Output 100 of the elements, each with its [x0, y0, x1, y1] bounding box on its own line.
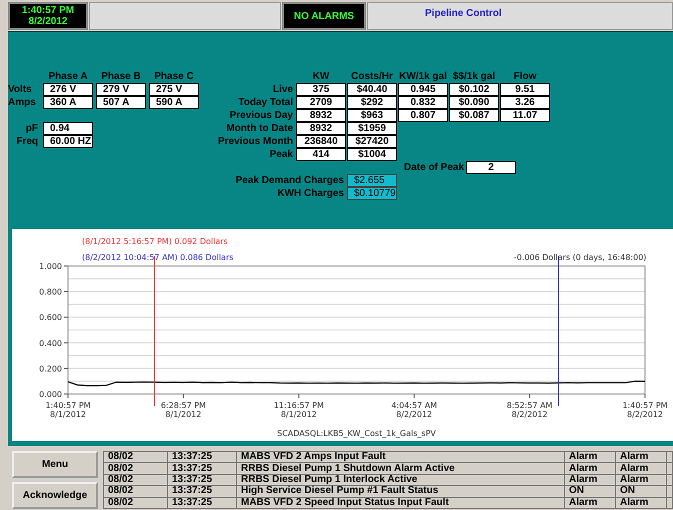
table-cell: Alarm	[564, 497, 616, 508]
value-field: $0.087	[449, 109, 499, 122]
table-cell: 13:37:25	[168, 486, 236, 498]
axis-label: 11:16:57 PM 8/1/2012	[274, 401, 324, 419]
table-cell: Alarm	[564, 452, 616, 463]
table-cell: 08/02	[104, 474, 168, 486]
row-label: Amps	[8, 96, 37, 109]
row-label: Live	[272, 83, 294, 96]
row-label: Freq	[15, 135, 39, 148]
value-field: 11.07	[500, 109, 550, 122]
column-header: KW	[312, 70, 330, 83]
value-field: 9.51	[500, 83, 550, 96]
alarm-status: NO ALARMS	[282, 2, 366, 30]
row-label: KWH Charges	[276, 187, 345, 200]
value-field: 0.94	[43, 122, 93, 135]
table-cell: MABS VFD 2 Amps Input Fault	[236, 452, 564, 463]
value-field: 3.26	[500, 96, 550, 109]
cursor-line[interactable]	[154, 256, 156, 406]
value-field: $963	[347, 109, 397, 122]
menu-button[interactable]: Menu	[12, 451, 98, 478]
value-field: 360 A	[43, 96, 93, 109]
row-label: Today Total	[237, 96, 294, 109]
table-cell: Alarm	[616, 497, 666, 508]
table-cell: 08/02	[104, 462, 168, 474]
acknowledge-button[interactable]: Acknowledge	[12, 482, 98, 509]
axis-label: 0.400	[39, 338, 62, 348]
table-cell: Alarm	[616, 452, 666, 463]
cursor-delta: -0.006 Dollars (0 days, 16:48:00)	[514, 253, 646, 262]
column-header: Phase C	[153, 70, 195, 83]
value-field: 507 A	[96, 96, 146, 109]
clock-display: 1:40:57 PM 8/2/2012	[8, 2, 88, 30]
value-field: 590 A	[149, 96, 199, 109]
table-cell: ON	[564, 486, 616, 498]
row-label: Volts	[8, 83, 33, 96]
value-field: 375	[296, 83, 346, 96]
table-cell: High Service Diesel Pump #1 Fault Status	[236, 486, 564, 498]
cursor-readout: (8/1/2012 5:16:57 PM) 0.092 Dollars	[82, 237, 228, 246]
table-cell: 08/02	[104, 497, 168, 508]
axis-label: 1:40:57 PM 8/2/2012	[622, 401, 668, 419]
table-cell: Alarm	[616, 474, 666, 486]
axis-label: 1.000	[39, 262, 62, 271]
value-field: $40.40	[347, 83, 397, 96]
table-cell: 08/02	[104, 486, 168, 498]
table-cell: 13:37:25	[168, 462, 236, 474]
alarm-row[interactable]: 08/02 13:37:25 MABS VFD 2 Speed Input Status Input Fault Alarm Alarm	[104, 497, 672, 508]
table-cell: RRBS Diesel Pump 1 Shutdown Alarm Active	[236, 462, 564, 474]
row-label: Previous Month	[216, 135, 294, 148]
axis-label: 0.600	[39, 313, 62, 322]
value-field: 8932	[296, 122, 346, 135]
value-field: $1959	[347, 122, 397, 135]
column-header: KW/1k gal	[398, 70, 448, 83]
alarm-row[interactable]: 08/02 13:37:25 RRBS Diesel Pump 1 Shutdown Alarm Active Alarm Alarm	[104, 462, 672, 474]
value-field: 0.945	[398, 83, 448, 96]
row-label: Peak	[268, 148, 294, 161]
value-field: 2709	[296, 96, 346, 109]
alarm-row[interactable]: 08/02 13:37:25 High Service Diesel Pump #1 Fault Status ON ON	[104, 486, 672, 498]
cursor-line[interactable]	[558, 256, 559, 406]
value-field: $27420	[347, 135, 397, 148]
column-header: Phase A	[47, 70, 89, 83]
value-field: $0.090	[449, 96, 499, 109]
cursor-readout: (8/2/2012 10:04:57 AM) 0.086 Dollars	[82, 253, 234, 262]
value-field: $0.10779	[347, 187, 397, 200]
table-cell: 13:37:25	[168, 474, 236, 486]
axis-label: 1:40:57 PM 8/1/2012	[45, 401, 91, 419]
value-field: 414	[296, 148, 346, 161]
table-cell: RRBS Diesel Pump 1 Interlock Active	[236, 474, 564, 486]
value-field: 8932	[296, 109, 346, 122]
axis-label: 0.800	[39, 288, 62, 297]
table-cell: MABS VFD 2 Speed Input Status Input Fault	[236, 497, 564, 508]
column-header: Phase B	[100, 70, 142, 83]
value-field: $2.655	[347, 174, 397, 187]
row-label: pF	[24, 122, 39, 135]
column-header: Costs/Hr	[350, 70, 394, 83]
column-header: Flow	[512, 70, 538, 83]
value-field: 279 V	[96, 83, 146, 96]
value-field: 236840	[296, 135, 346, 148]
value-field: 0.807	[398, 109, 448, 122]
value-field: 276 V	[43, 83, 93, 96]
row-label: Peak Demand Charges	[234, 174, 345, 187]
value-field: $1004	[347, 148, 397, 161]
axis-label: 4:04:57 AM 8/2/2012	[391, 401, 438, 419]
table-cell: 13:37:25	[168, 452, 236, 463]
value-field: 2	[466, 161, 516, 174]
value-field: $292	[347, 96, 397, 109]
value-field: $0.102	[449, 83, 499, 96]
alarm-row[interactable]: 08/02 13:37:25 RRBS Diesel Pump 1 Interlock Active Alarm Alarm	[104, 474, 672, 486]
table-cell: 08/02	[104, 452, 168, 463]
alarm-row[interactable]: 08/02 13:37:25 MABS VFD 2 Amps Input Fault Alarm Alarm	[104, 452, 672, 463]
axis-label: 6:28:57 PM 8/1/2012	[160, 401, 206, 419]
field-label: Date of Peak	[404, 161, 464, 174]
table-cell: Alarm	[616, 462, 666, 474]
axis-label: 0.000	[39, 390, 62, 399]
column-header: $$/1k gal	[452, 70, 496, 83]
axis-label: 8:52:57 AM 8/2/2012	[506, 401, 552, 419]
row-label: Previous Day	[228, 109, 294, 122]
axis-label: 0.200	[39, 364, 62, 374]
screen-title: Pipeline Control	[425, 8, 502, 19]
table-cell: ON	[616, 486, 666, 498]
value-field: 60.00 HZ	[43, 135, 93, 148]
value-field: 275 V	[149, 83, 199, 96]
